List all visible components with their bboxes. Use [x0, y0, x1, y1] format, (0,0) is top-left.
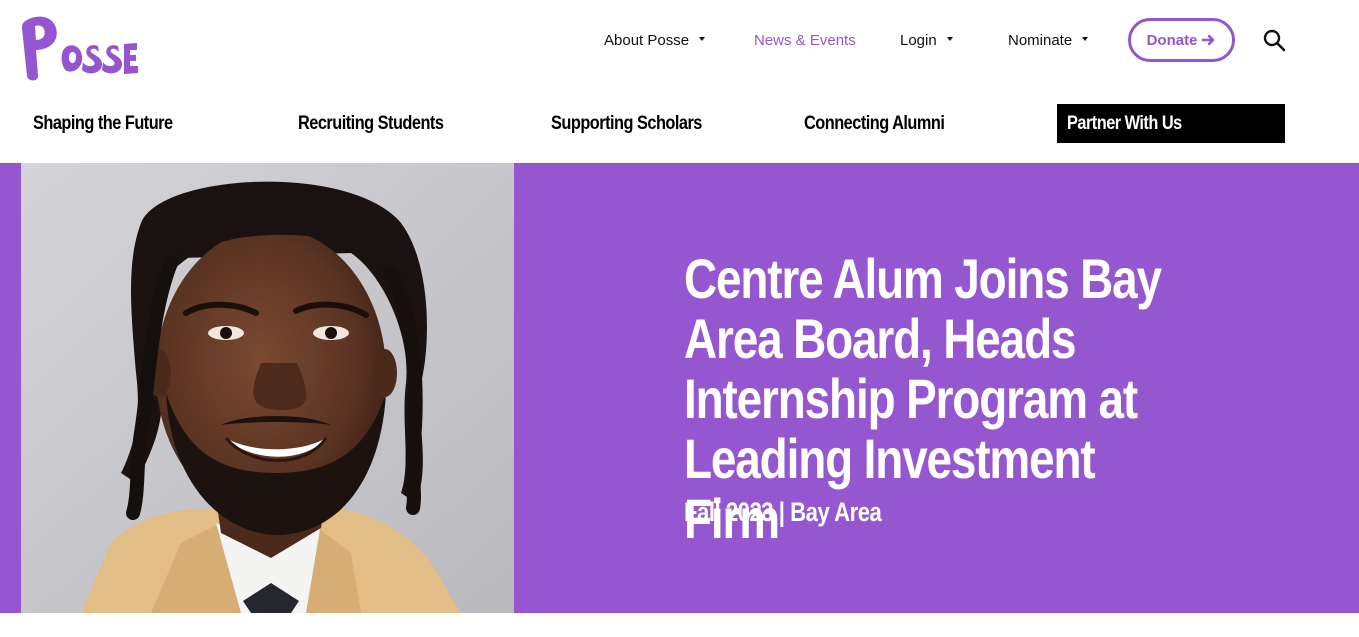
- nav-news-events-label: News & Events: [754, 31, 856, 49]
- caret-down-icon: [699, 37, 706, 41]
- nav-login-label: Login: [900, 31, 937, 49]
- main-nav-supporting-scholars[interactable]: Supporting Scholars: [551, 104, 702, 143]
- partner-with-us-button[interactable]: Partner With Us: [1057, 104, 1285, 143]
- donate-button[interactable]: Donate: [1128, 18, 1235, 62]
- nav-nominate-label: Nominate: [1008, 31, 1073, 49]
- partner-with-us-label: Partner With Us: [1067, 112, 1182, 134]
- nav-about-posse[interactable]: About Posse: [585, 18, 751, 62]
- hero-text-block: Centre Alum Joins Bay Area Board, Heads …: [684, 249, 1244, 549]
- hero-banner: Centre Alum Joins Bay Area Board, Heads …: [0, 163, 1359, 613]
- posse-logo-mark: [22, 16, 138, 81]
- main-nav-shaping-the-future[interactable]: Shaping the Future: [33, 104, 173, 143]
- main-nav-label: Connecting Alumni: [804, 112, 945, 134]
- caret-down-icon: [946, 37, 953, 41]
- arrow-right-icon: [1202, 35, 1215, 45]
- main-nav-label: Shaping the Future: [33, 112, 173, 134]
- utility-nav: About Posse News & Events Login Nominate: [585, 18, 1124, 62]
- nav-login[interactable]: Login: [897, 18, 1001, 62]
- main-nav-recruiting-students[interactable]: Recruiting Students: [298, 104, 444, 143]
- main-nav-connecting-alumni[interactable]: Connecting Alumni: [804, 104, 945, 143]
- page-bottom-spacer: [0, 613, 1359, 637]
- article-meta: Fall 2023 | Bay Area: [684, 497, 882, 527]
- nav-news-events[interactable]: News & Events: [751, 18, 897, 62]
- search-icon: [1263, 29, 1286, 52]
- nav-about-posse-label: About Posse: [604, 31, 690, 49]
- search-button[interactable]: [1262, 28, 1288, 54]
- site-header: About Posse News & Events Login Nominate…: [0, 0, 1359, 163]
- caret-down-icon: [1082, 37, 1089, 41]
- nav-nominate[interactable]: Nominate: [1001, 18, 1124, 62]
- portrait-illustration: [21, 163, 514, 613]
- main-nav-label: Supporting Scholars: [551, 112, 702, 134]
- posse-logo[interactable]: [18, 12, 140, 84]
- main-nav-label: Recruiting Students: [298, 112, 444, 134]
- portrait-photo: [21, 163, 514, 613]
- donate-label: Donate: [1146, 31, 1198, 49]
